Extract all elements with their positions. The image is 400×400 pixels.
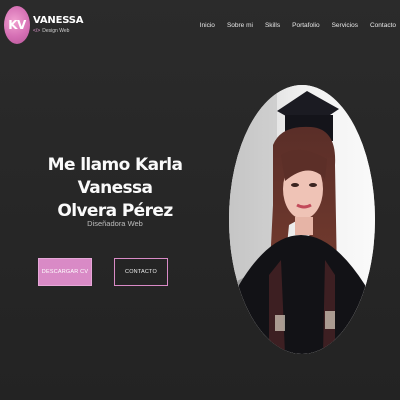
contact-button[interactable]: CONTACTO (114, 258, 168, 286)
brand-tagline: Design Web (42, 28, 70, 34)
nav-menu: Inicio Sobre mi Skills Portafolio Servic… (200, 22, 396, 29)
brand-logo[interactable]: KV VANESSA </> Design Web (4, 6, 83, 44)
nav-link-contacto[interactable]: Contacto (370, 22, 396, 29)
navbar: KV VANESSA </> Design Web Inicio Sobre m… (0, 0, 400, 50)
nav-link-sobre-mi[interactable]: Sobre mi (227, 22, 253, 29)
code-icon: </> (33, 28, 41, 34)
profile-photo (229, 85, 375, 354)
nav-link-servicios[interactable]: Servicios (332, 22, 358, 29)
hero-title-line1: Me llamo Karla Vanessa (47, 155, 183, 198)
nav-link-skills[interactable]: Skills (265, 22, 280, 29)
brand-text: VANESSA </> Design Web (33, 16, 83, 34)
brand-name: VANESSA (33, 15, 84, 26)
logo-badge: KV (4, 6, 30, 44)
download-cv-button[interactable]: DESCARGAR CV (38, 258, 92, 286)
brand-tagline-row: </> Design Web (33, 29, 83, 34)
hero-subtitle: Diseñadora Web (87, 219, 143, 228)
hero-title-line2: Olvera Pérez (57, 201, 173, 221)
nav-link-portafolio[interactable]: Portafolio (292, 22, 319, 29)
nav-link-inicio[interactable]: Inicio (200, 22, 215, 29)
hero-title: Me llamo Karla Vanessa Olvera Pérez (22, 154, 208, 223)
profile-photo-graphic (229, 85, 375, 354)
